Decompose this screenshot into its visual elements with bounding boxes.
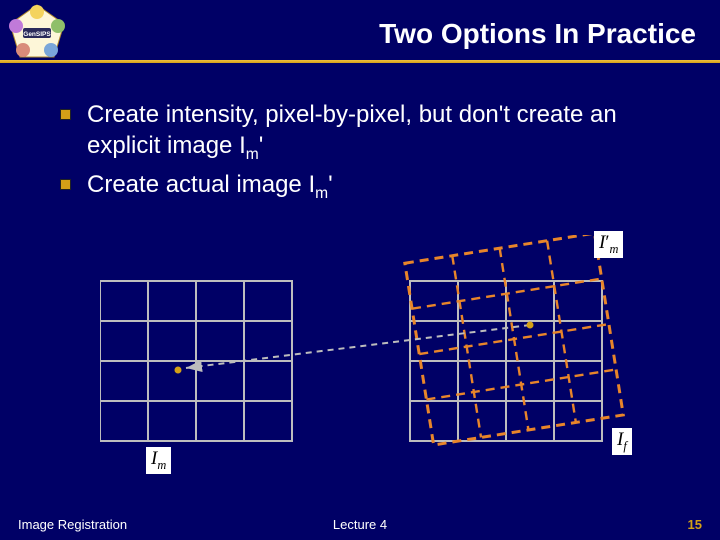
- bullet-icon: [60, 109, 71, 120]
- subscript: m: [315, 185, 328, 202]
- label-Im-prime: I′m: [594, 231, 623, 258]
- text-run: Create intensity, pixel-by-pixel, but do…: [87, 101, 617, 159]
- label-If: If: [612, 428, 632, 455]
- label-Im: Im: [146, 447, 171, 474]
- bullet-icon: [60, 179, 71, 190]
- slide-header: GenSIPS Two Options In Practice: [0, 0, 720, 72]
- grid-rotated: [405, 235, 623, 445]
- subscript: m: [609, 242, 618, 256]
- slide-title: Two Options In Practice: [379, 18, 696, 50]
- footer-left: Image Registration: [18, 517, 127, 532]
- footer-page-number: 15: [688, 517, 702, 532]
- text-run: Create actual image I: [87, 171, 315, 198]
- bullet-item: Create intensity, pixel-by-pixel, but do…: [60, 100, 680, 164]
- subscript: m: [246, 146, 259, 163]
- svg-text:GenSIPS: GenSIPS: [23, 31, 51, 38]
- grid-left: [100, 281, 292, 441]
- footer-center: Lecture 4: [333, 517, 387, 532]
- subscript: m: [157, 458, 166, 472]
- bullet-item: Create actual image Im': [60, 170, 680, 204]
- bullet-text: Create intensity, pixel-by-pixel, but do…: [87, 100, 680, 164]
- text-run: ': [259, 132, 264, 159]
- slide-body: Create intensity, pixel-by-pixel, but do…: [60, 100, 680, 210]
- title-underline: [0, 60, 720, 63]
- grid-right: [410, 281, 602, 441]
- diagram-figure: Im I′m If: [100, 235, 660, 475]
- subscript: f: [623, 439, 626, 453]
- text-run: ': [328, 171, 333, 198]
- bullet-text: Create actual image Im': [87, 170, 680, 204]
- logo-badge: GenSIPS: [6, 2, 68, 64]
